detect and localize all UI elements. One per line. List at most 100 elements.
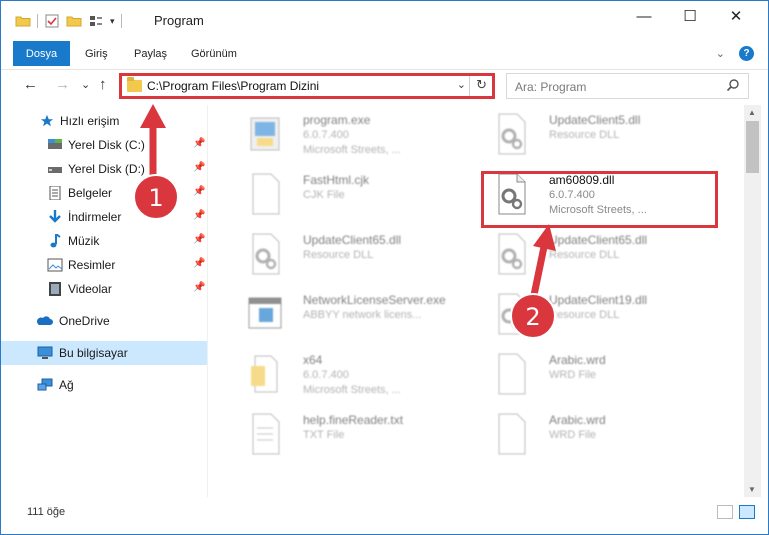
network-icon — [37, 378, 53, 391]
sidebar-item-disk-d[interactable]: Yerel Disk (D:) 📌 — [1, 157, 207, 181]
file-list: program.exe 6.0.7.400 Microsoft Streets,… — [211, 105, 744, 497]
pictures-icon — [47, 258, 63, 272]
sidebar-item-network[interactable]: Ağ — [1, 373, 207, 397]
file-type: Resource DLL — [549, 309, 620, 321]
sidebar-item-label: Yerel Disk (D:) — [68, 162, 145, 176]
disk-c-icon — [48, 139, 62, 149]
sidebar-item-music[interactable]: Müzik 📌 — [1, 229, 207, 253]
address-dropdown-icon[interactable]: ⌄ — [457, 78, 466, 91]
address-path[interactable]: C:\Program Files\Program Dizini — [147, 79, 319, 93]
minimize-button[interactable]: — — [621, 1, 667, 31]
file-name: program.exe — [303, 113, 371, 127]
refresh-icon[interactable]: ↻ — [476, 77, 487, 93]
file-name: UpdateClient65.dll — [549, 233, 648, 247]
file-item[interactable]: UpdateClient65.dll Resource DLL — [469, 227, 709, 285]
folder-icon[interactable] — [15, 13, 31, 29]
sidebar-item-documents[interactable]: Belgeler 📌 — [1, 181, 207, 205]
file-item[interactable]: program.exe 6.0.7.400 Microsoft Streets,… — [223, 107, 463, 165]
maximize-button[interactable]: ☐ — [667, 1, 713, 31]
pin-icon[interactable]: 📌 — [193, 234, 205, 245]
file-item[interactable]: UpdateClient19.dll Resource DLL — [469, 287, 709, 345]
sidebar-item-quick-access[interactable]: Hızlı erişim — [1, 109, 207, 133]
blank-file-icon — [498, 413, 526, 455]
file-item[interactable]: Arabic.wrd WRD File — [469, 407, 709, 465]
help-icon[interactable]: ? — [739, 46, 754, 61]
file-name: FastHtml.cjk — [303, 173, 369, 187]
tab-view[interactable]: Görünüm — [191, 41, 237, 66]
scroll-up-icon[interactable]: ▲ — [748, 108, 756, 117]
exe-icon — [250, 117, 280, 151]
search-icon[interactable] — [726, 78, 740, 92]
file-item[interactable]: help.fineReader.txt TXT File — [223, 407, 463, 465]
star-icon — [40, 114, 54, 127]
tab-home[interactable]: Giriş — [85, 41, 108, 66]
file-name: Arabic.wrd — [549, 413, 606, 427]
sidebar-item-downloads[interactable]: İndirmeler 📌 — [1, 205, 207, 229]
text-file-icon — [252, 413, 280, 455]
dll-icon — [498, 233, 526, 275]
window-title: Program — [154, 13, 204, 28]
navigation-pane: Hızlı erişim Yerel Disk (C:) 📌 Yerel Dis… — [1, 105, 209, 497]
dll-icon — [252, 233, 280, 275]
title-bar: ▾ Program — ☐ ✕ — [1, 1, 768, 41]
quick-access-toolbar: ▾ — [15, 11, 122, 31]
vertical-scrollbar[interactable]: ▲ ▼ — [744, 105, 761, 497]
sidebar-item-label: Resimler — [68, 258, 116, 272]
file-type: CJK File — [303, 189, 345, 201]
properties-icon[interactable] — [44, 13, 60, 29]
scroll-down-icon[interactable]: ▼ — [748, 485, 756, 494]
recent-locations-button[interactable]: ⌄ — [81, 78, 90, 91]
search-box[interactable]: Ara: Program — [506, 73, 749, 99]
back-button[interactable]: ← — [23, 76, 38, 93]
file-item[interactable]: Arabic.wrd WRD File — [469, 347, 709, 405]
tab-file[interactable]: Dosya — [13, 41, 70, 66]
blank-file-icon — [252, 173, 280, 215]
file-description: Microsoft Streets, ... — [303, 144, 401, 156]
sidebar-item-this-pc[interactable]: Bu bilgisayar — [1, 341, 207, 365]
sidebar-item-label: İndirmeler — [68, 210, 122, 224]
dll-icon — [498, 293, 526, 335]
pin-icon[interactable]: 📌 — [193, 258, 205, 269]
explorer-window: ▾ Program — ☐ ✕ Dosya Giriş Paylaş Görün… — [0, 0, 769, 535]
file-type: Resource DLL — [303, 249, 374, 261]
file-type: WRD File — [549, 369, 597, 381]
address-bar[interactable]: C:\Program Files\Program Dizini ⌄ ↻ — [119, 73, 495, 99]
pin-icon[interactable]: 📌 — [193, 282, 205, 293]
status-bar: 111 öğe — [1, 501, 768, 525]
documents-icon — [49, 186, 61, 200]
file-item[interactable]: UpdateClient65.dll Resource DLL — [223, 227, 463, 285]
file-name: UpdateClient19.dll — [549, 293, 648, 307]
sidebar-item-label: Videolar — [68, 282, 112, 296]
file-description: ABBYY network licens... — [303, 309, 422, 321]
tiles-view-icon[interactable] — [739, 505, 755, 519]
sidebar-item-label: Ağ — [59, 378, 74, 392]
pin-icon[interactable]: 📌 — [193, 162, 205, 173]
file-item[interactable]: x64 6.0.7.400 Microsoft Streets, ... — [223, 347, 463, 405]
tab-share[interactable]: Paylaş — [134, 41, 167, 66]
sidebar-item-disk-c[interactable]: Yerel Disk (C:) 📌 — [1, 133, 207, 157]
file-item[interactable]: FastHtml.cjk CJK File — [223, 167, 463, 225]
new-folder-icon[interactable] — [66, 13, 82, 29]
close-button[interactable]: ✕ — [713, 1, 759, 31]
pin-icon[interactable]: 📌 — [193, 210, 205, 221]
pin-icon[interactable]: 📌 — [193, 138, 205, 149]
toolbar-divider — [37, 14, 38, 28]
sidebar-item-label: Belgeler — [68, 186, 113, 200]
up-button[interactable]: ↑ — [99, 76, 107, 93]
expand-ribbon-icon[interactable]: ⌄ — [716, 47, 725, 60]
sidebar-item-onedrive[interactable]: OneDrive — [1, 309, 207, 333]
file-item[interactable]: NetworkLicenseServer.exe ABBYY network l… — [223, 287, 463, 345]
pin-icon[interactable]: 📌 — [193, 186, 205, 197]
sidebar-item-videos[interactable]: Videolar 📌 — [1, 277, 207, 301]
sidebar-item-pictures[interactable]: Resimler 📌 — [1, 253, 207, 277]
file-item[interactable]: UpdateClient5.dll Resource DLL — [469, 107, 709, 165]
navigation-bar: ← → ⌄ ↑ C:\Program Files\Program Dizini … — [1, 69, 768, 101]
ribbon-tabs: Dosya Giriş Paylaş Görünüm ⌄ ? — [1, 41, 768, 66]
downloads-icon — [49, 210, 61, 223]
view-options-icon[interactable] — [88, 13, 104, 29]
details-view-icon[interactable] — [717, 505, 733, 519]
file-type: WRD File — [549, 429, 597, 441]
customize-toolbar-icon[interactable]: ▾ — [110, 16, 115, 27]
scroll-thumb[interactable] — [746, 121, 759, 173]
forward-button[interactable]: → — [55, 76, 70, 93]
